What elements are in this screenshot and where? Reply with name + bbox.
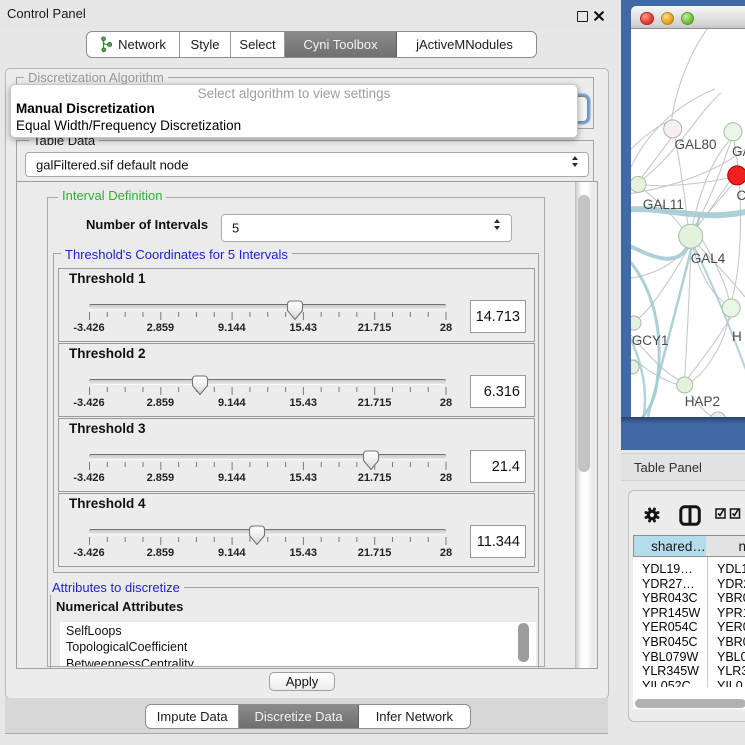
svg-text:GA: GA [732, 144, 745, 159]
svg-text:C: C [737, 188, 745, 203]
svg-text:GAL80: GAL80 [675, 137, 717, 152]
svg-text:GAL4: GAL4 [691, 251, 726, 266]
svg-text:H: H [732, 329, 742, 344]
svg-text:HAP2: HAP2 [685, 394, 720, 409]
svg-text:GCY1: GCY1 [632, 333, 669, 348]
svg-text:GAL11: GAL11 [643, 197, 684, 212]
